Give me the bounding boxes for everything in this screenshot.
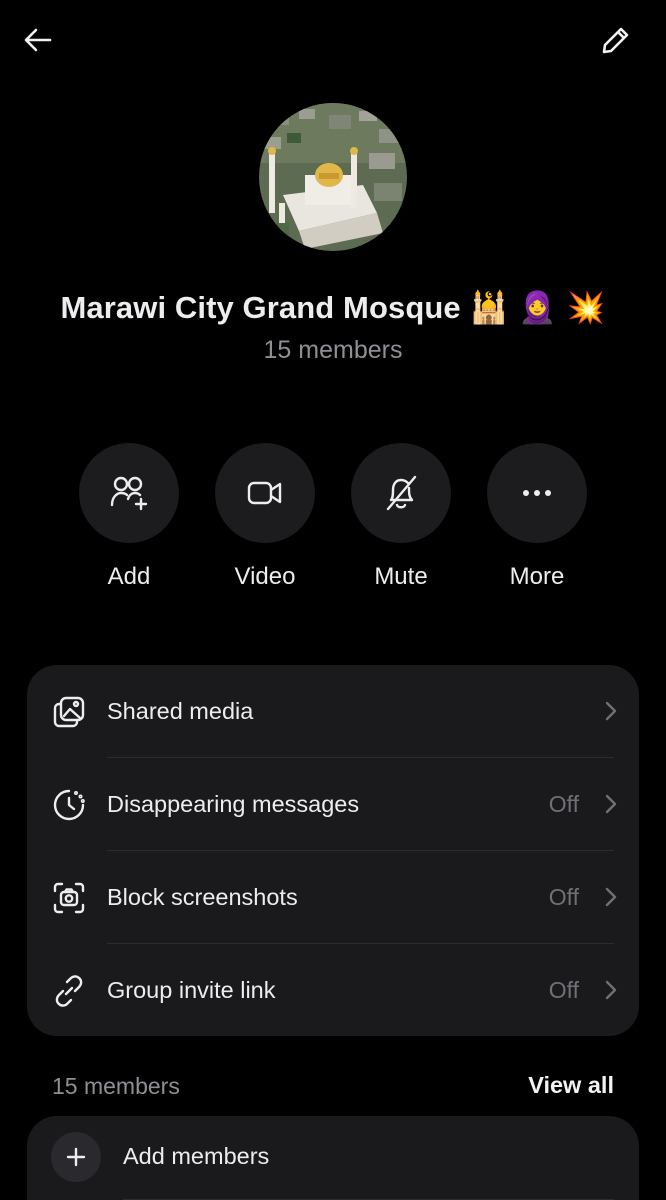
settings-row-label: Disappearing messages	[107, 791, 360, 817]
bell-off-icon	[386, 475, 417, 511]
image-gallery-icon	[52, 695, 86, 729]
mosque-photo-icon	[259, 103, 407, 251]
settings-row-value: Off	[548, 884, 579, 910]
members-heading: 15 members	[52, 1073, 180, 1099]
chevron-right-icon	[605, 887, 617, 912]
arrow-left-icon	[24, 28, 52, 52]
settings-row-label: Block screenshots	[107, 884, 298, 910]
member-count: 15 members	[263, 336, 403, 364]
add-members-label: Add members	[123, 1143, 270, 1169]
screenshot-camera-icon	[52, 881, 86, 915]
add-label: Add	[107, 563, 151, 590]
group-name: Marawi City Grand Mosque	[60, 290, 461, 325]
video-button[interactable]	[215, 443, 315, 543]
video-camera-icon	[247, 481, 282, 505]
mute-action[interactable]: Mute	[351, 443, 451, 591]
plus-icon	[66, 1147, 86, 1167]
group-info-screen: Marawi City Grand Mosque 🕌 🧕 💥 15 member…	[0, 0, 666, 1200]
chevron-right-icon	[605, 794, 617, 819]
settings-card: Shared media Disappearing messages Off B…	[27, 665, 639, 1036]
mute-button[interactable]	[351, 443, 451, 543]
settings-row-group-invite-link[interactable]: Group invite link Off	[27, 944, 639, 1036]
more-label: More	[509, 563, 565, 590]
add-members-button[interactable]	[51, 1132, 101, 1182]
members-card: Add members	[27, 1116, 639, 1200]
pencil-icon	[602, 27, 629, 54]
group-name-emojis: 🕌 🧕 💥	[469, 290, 606, 326]
add-button[interactable]	[79, 443, 179, 543]
link-icon	[52, 974, 86, 1008]
settings-row-shared-media[interactable]: Shared media	[27, 665, 639, 758]
timer-icon	[52, 788, 86, 822]
more-dots-icon	[523, 490, 551, 496]
add-people-icon	[110, 476, 148, 511]
add-action[interactable]: Add	[79, 443, 179, 591]
settings-row-value: Off	[548, 791, 579, 817]
back-button[interactable]	[18, 20, 58, 60]
settings-row-value: Off	[548, 977, 579, 1003]
edit-button[interactable]	[596, 20, 636, 60]
video-label: Video	[234, 563, 296, 590]
chevron-right-icon	[605, 980, 617, 1005]
settings-row-label: Shared media	[107, 698, 254, 724]
more-action[interactable]: More	[487, 443, 587, 591]
mute-label: Mute	[374, 563, 428, 590]
action-bar: Add Video Mute More	[79, 443, 587, 591]
settings-row-disappearing-messages[interactable]: Disappearing messages Off	[27, 758, 639, 851]
settings-row-block-screenshots[interactable]: Block screenshots Off	[27, 851, 639, 944]
add-members-row[interactable]: Add members	[27, 1116, 639, 1200]
view-all-link[interactable]: View all	[528, 1072, 614, 1099]
group-avatar[interactable]	[259, 103, 407, 251]
video-action[interactable]: Video	[215, 443, 315, 591]
group-title: Marawi City Grand Mosque 🕌 🧕 💥	[0, 289, 666, 326]
more-button[interactable]	[487, 443, 587, 543]
chevron-right-icon	[605, 701, 617, 726]
settings-row-label: Group invite link	[107, 977, 276, 1003]
